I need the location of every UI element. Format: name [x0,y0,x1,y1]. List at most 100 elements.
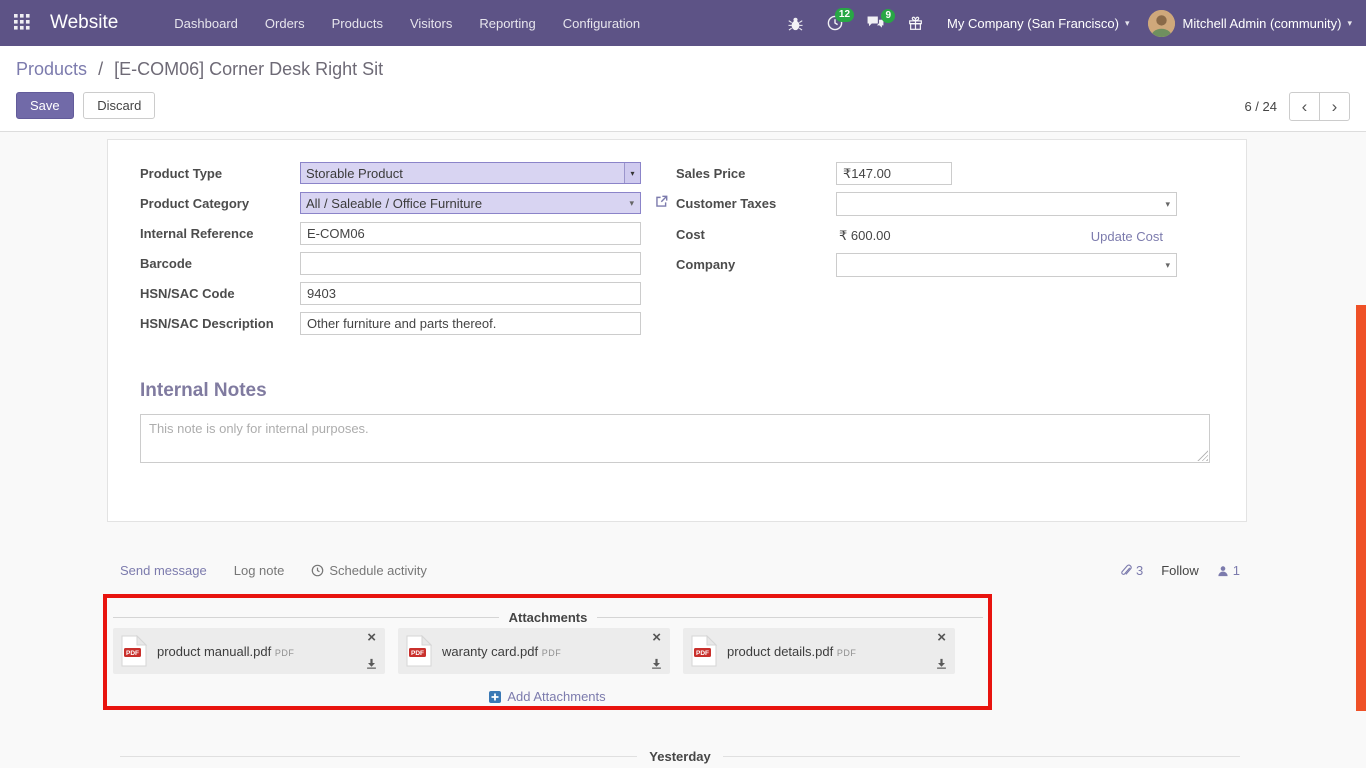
gift-icon[interactable] [908,16,923,31]
pdf-file-icon: PDF [691,635,717,667]
save-button[interactable]: Save [16,92,74,119]
product-category-value: All / Saleable / Office Furniture [306,196,482,211]
form-sheet: Product Type Storable Product ▾ Product … [107,139,1247,522]
field-row-company: Company ▾ [676,253,1177,277]
download-attachment-icon[interactable] [366,658,377,669]
field-row-cost: Cost ₹ 600.00 Update Cost [676,223,1177,246]
left-field-group: Product Type Storable Product ▾ Product … [140,162,641,342]
schedule-activity-button[interactable]: Schedule activity [311,563,427,578]
followers-count: 1 [1233,563,1240,578]
chevron-down-icon: ▾ [1159,260,1176,271]
company-select[interactable]: ▾ [836,253,1177,277]
attachment-name[interactable]: product manuall.pdf [157,644,271,659]
attachment-list: PDF product manuall.pdf PDF × [113,628,955,674]
main-menu: Dashboard Orders Products Visitors Repor… [174,16,667,31]
download-attachment-icon[interactable] [651,658,662,669]
download-attachment-icon[interactable] [936,658,947,669]
debug-bug-icon[interactable] [788,16,803,31]
field-row-product-category: Product Category All / Saleable / Office… [140,192,641,215]
avatar [1148,10,1175,37]
internal-notes-wrap [140,414,1210,463]
chatter-actions: Send message Log note Schedule activity [120,563,454,578]
attachments-divider: Attachments [113,610,983,625]
delete-attachment-icon[interactable]: × [367,629,376,647]
paperclip-icon [1119,564,1132,577]
top-navbar: Website Dashboard Orders Products Visito… [0,0,1366,46]
add-attachments-button[interactable]: Add Attachments [489,689,605,704]
attachment-card: PDF product manuall.pdf PDF × [113,628,385,674]
company-name: My Company (San Francisco) [947,16,1119,31]
attachment-type: PDF [542,648,562,658]
right-field-group: Sales Price Customer Taxes ▾ [676,162,1177,284]
attachment-name[interactable]: waranty card.pdf [442,644,538,659]
person-icon [1217,565,1229,577]
hsn-code-label: HSN/SAC Code [140,282,300,305]
product-type-select[interactable]: Storable Product ▾ [300,162,641,184]
plus-icon [489,691,501,703]
svg-text:PDF: PDF [696,650,709,657]
nav-item-orders[interactable]: Orders [265,16,305,31]
delete-attachment-icon[interactable]: × [652,629,661,647]
update-cost-link[interactable]: Update Cost [1091,229,1163,244]
nav-item-products[interactable]: Products [332,16,383,31]
pager-next-button[interactable]: › [1319,92,1350,121]
chevron-down-icon: ▾ [1125,18,1130,29]
external-link-icon[interactable] [655,195,668,211]
internal-reference-input[interactable] [300,222,641,245]
page: Website Dashboard Orders Products Visito… [0,0,1366,768]
field-row-sales-price: Sales Price [676,162,1177,185]
svg-text:PDF: PDF [126,650,139,657]
breadcrumb-products-link[interactable]: Products [16,59,87,79]
sales-price-input[interactable] [836,162,952,185]
internal-notes-title: Internal Notes [140,380,267,402]
attachment-name[interactable]: product details.pdf [727,644,833,659]
product-category-select[interactable]: All / Saleable / Office Furniture ▾ [300,192,641,214]
product-type-label: Product Type [140,162,300,185]
customer-taxes-select[interactable]: ▾ [836,192,1177,216]
nav-item-configuration[interactable]: Configuration [563,16,640,31]
barcode-input[interactable] [300,252,641,275]
follow-button[interactable]: Follow [1161,563,1199,578]
apps-grid-icon[interactable] [14,14,32,32]
nav-item-visitors[interactable]: Visitors [410,16,452,31]
nav-item-dashboard[interactable]: Dashboard [174,16,238,31]
attachment-card: PDF waranty card.pdf PDF × [398,628,670,674]
hsn-code-input[interactable] [300,282,641,305]
app-name[interactable]: Website [50,12,118,34]
discard-button[interactable]: Discard [83,92,155,119]
pdf-file-icon: PDF [406,635,432,667]
cost-value: ₹ 600.00 [836,228,891,244]
hsn-description-label: HSN/SAC Description [140,312,300,335]
internal-notes-textarea[interactable] [140,414,1210,463]
product-category-label: Product Category [140,192,300,215]
activities-clock-icon[interactable]: 12 [827,15,843,31]
followers-toggle[interactable]: 1 [1217,563,1240,578]
send-message-button[interactable]: Send message [120,563,207,578]
customer-taxes-label: Customer Taxes [676,192,836,216]
user-name: Mitchell Admin (community) [1183,16,1342,31]
chatter-topbar-right: 3 Follow 1 [1119,563,1240,578]
company-label: Company [676,253,836,277]
user-menu[interactable]: Mitchell Admin (community) ▾ [1148,10,1352,37]
attachment-type: PDF [837,648,857,658]
date-divider-label: Yesterday [649,749,710,764]
hsn-description-input[interactable] [300,312,641,335]
delete-attachment-icon[interactable]: × [937,629,946,647]
schedule-activity-label: Schedule activity [329,563,427,578]
attachments-toggle[interactable]: 3 [1119,563,1143,578]
breadcrumb: Products / [E-COM06] Corner Desk Right S… [16,59,383,80]
field-row-hsn-description: HSN/SAC Description [140,312,641,335]
pager-previous-button[interactable]: ‹ [1289,92,1320,121]
field-row-hsn-code: HSN/SAC Code [140,282,641,305]
company-switcher[interactable]: My Company (San Francisco) ▾ [947,16,1129,31]
select-arrow-icon[interactable]: ▾ [624,163,640,183]
nav-item-reporting[interactable]: Reporting [479,16,535,31]
scrollbar-thumb[interactable] [1356,305,1366,711]
field-row-customer-taxes: Customer Taxes ▾ [676,192,1177,216]
form-actions: Save Discard [16,92,155,119]
messages-chat-icon[interactable]: 9 [867,16,884,30]
messages-badge: 9 [881,9,895,23]
log-note-button[interactable]: Log note [234,563,285,578]
record-pager: 6 / 24 ‹ › [1244,92,1350,121]
date-divider: Yesterday [120,749,1240,764]
